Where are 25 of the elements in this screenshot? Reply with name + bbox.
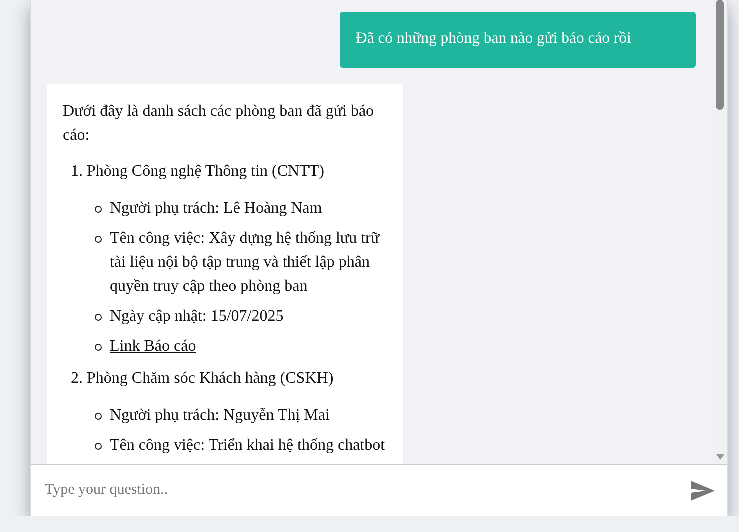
detail-text: Người phụ trách: Lê Hoàng Nam: [110, 199, 322, 219]
bullet-icon: [95, 413, 102, 420]
detail-text: Tên công việc: Triển khai hệ thống chatbot: [110, 436, 386, 456]
list-number: 2.: [71, 369, 83, 389]
send-button[interactable]: [691, 480, 715, 501]
question-input[interactable]: Type your question..: [43, 481, 691, 500]
detail-text: Tên công việc: Xây dựng hệ thống lưu trữ tài liệu nội bộ tập trung và thiết lập phân quyền truy cập theo phòng ban: [110, 229, 381, 297]
department-name: Phòng Chăm sóc Khách hàng (CSKH): [87, 369, 334, 389]
bullet-icon: [95, 206, 102, 213]
list-number: 1.: [71, 162, 83, 182]
detail-text: Người phụ trách: Nguyễn Thị Mai: [110, 406, 330, 426]
report-link[interactable]: Link Báo cáo: [110, 335, 196, 359]
scroll-thumb[interactable]: [716, 0, 724, 110]
question-input-field[interactable]: Type your question..: [31, 464, 727, 516]
bullet-icon: [95, 344, 102, 351]
send-icon: [691, 480, 715, 501]
bullet-icon: [95, 314, 102, 321]
department-name: Phòng Công nghệ Thông tin (CNTT): [87, 162, 324, 182]
intro-text: Dưới đây là danh sách các phòng ban đã gửi báo cáo:: [63, 102, 376, 146]
detail-text: Ngày cập nhật: 15/07/2025: [110, 307, 284, 327]
scroll-down-icon[interactable]: [716, 454, 725, 460]
bullet-icon: [95, 236, 102, 243]
user-message: Đã có những phòng ban nào gửi báo cáo rồi: [340, 12, 696, 68]
scrollbar[interactable]: [713, 0, 727, 464]
bullet-icon: [95, 443, 102, 450]
